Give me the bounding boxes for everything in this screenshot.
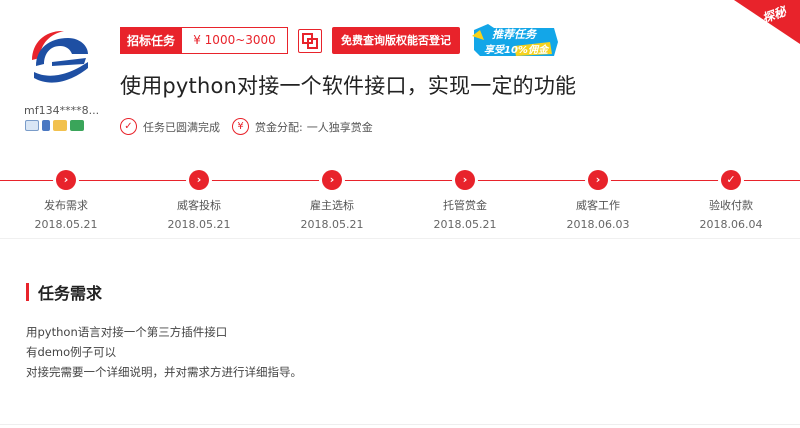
id-card-icon — [25, 120, 39, 131]
step-label: 验收付款 — [709, 199, 753, 212]
bottom-divider — [0, 424, 800, 425]
step-4: › 托管赏金 2018.05.21 — [405, 170, 525, 231]
chevron-right-icon: › — [455, 170, 475, 190]
chevron-right-icon: › — [189, 170, 209, 190]
promo-line1: 推荐任务 — [492, 27, 537, 41]
step-date: 2018.06.04 — [699, 218, 763, 231]
task-info-row: ✓ 任务已圆满完成 ¥ 赏金分配: 一人独享赏金 — [120, 118, 385, 135]
bank-card-icon — [70, 120, 84, 131]
step-5: › 威客工作 2018.06.03 — [538, 170, 658, 231]
check-circle-icon: ✓ — [120, 118, 137, 135]
verification-icons — [25, 120, 84, 131]
chevron-right-icon: › — [588, 170, 608, 190]
price-range: ¥ 1000~3000 — [182, 27, 289, 54]
chevron-right-icon: › — [56, 170, 76, 190]
corner-ribbon: 探秘 — [720, 0, 800, 60]
description-line: 对接完需要一个详细说明，并对需求方进行详细指导。 — [26, 365, 302, 379]
check-icon: ✓ — [721, 170, 741, 190]
step-2: › 威客投标 2018.05.21 — [139, 170, 259, 231]
task-type-badge: 招标任务 — [120, 27, 183, 54]
step-date: 2018.05.21 — [167, 218, 231, 231]
reward-value: 一人独享赏金 — [306, 120, 373, 134]
step-1: › 发布需求 2018.05.21 — [6, 170, 126, 231]
promo-line2: 享受10%佣金 — [484, 44, 548, 56]
step-date: 2018.05.21 — [433, 218, 497, 231]
phone-icon — [42, 120, 50, 131]
status-item: ✓ 任务已圆满完成 — [120, 118, 220, 135]
step-label: 威客投标 — [177, 199, 221, 212]
email-icon — [53, 120, 67, 131]
step-label: 雇主选标 — [310, 199, 354, 212]
reward-label: 赏金分配: — [255, 120, 303, 134]
step-label: 威客工作 — [576, 199, 620, 212]
step-date: 2018.05.21 — [300, 218, 364, 231]
employer-logo — [22, 22, 96, 96]
promo-badge[interactable]: 推荐任务 享受10%佣金 — [470, 22, 562, 60]
section-title: 任务需求 — [38, 284, 103, 303]
step-label: 托管赏金 — [443, 199, 487, 212]
section-divider — [0, 238, 800, 239]
qr-code-icon[interactable] — [298, 28, 323, 53]
task-title: 使用python对接一个软件接口，实现一定的功能 — [120, 74, 577, 98]
description-line: 用python语言对接一个第三方插件接口 — [26, 325, 228, 339]
yen-circle-icon: ¥ — [232, 118, 249, 135]
status-text: 任务已圆满完成 — [143, 120, 220, 134]
step-label: 发布需求 — [44, 199, 88, 212]
copyright-check-button[interactable]: 免费查询版权能否登记 — [332, 27, 461, 54]
step-date: 2018.05.21 — [34, 218, 98, 231]
task-tag-row: 招标任务 ¥ 1000~3000 免费查询版权能否登记 推荐任务 享受10%佣金 — [120, 23, 562, 56]
step-date: 2018.06.03 — [566, 218, 630, 231]
step-3: › 雇主选标 2018.05.21 — [272, 170, 392, 231]
reward-item: ¥ 赏金分配: 一人独享赏金 — [232, 118, 373, 135]
section-header: 任务需求 — [26, 280, 102, 304]
chevron-right-icon: › — [322, 170, 342, 190]
task-description: 用python语言对接一个第三方插件接口 有demo例子可以 对接完需要一个详细… — [26, 322, 302, 382]
step-6: ✓ 验收付款 2018.06.04 — [671, 170, 791, 231]
username[interactable]: mf134****8... — [24, 104, 99, 117]
section-accent-bar — [26, 283, 29, 301]
description-line: 有demo例子可以 — [26, 345, 117, 359]
